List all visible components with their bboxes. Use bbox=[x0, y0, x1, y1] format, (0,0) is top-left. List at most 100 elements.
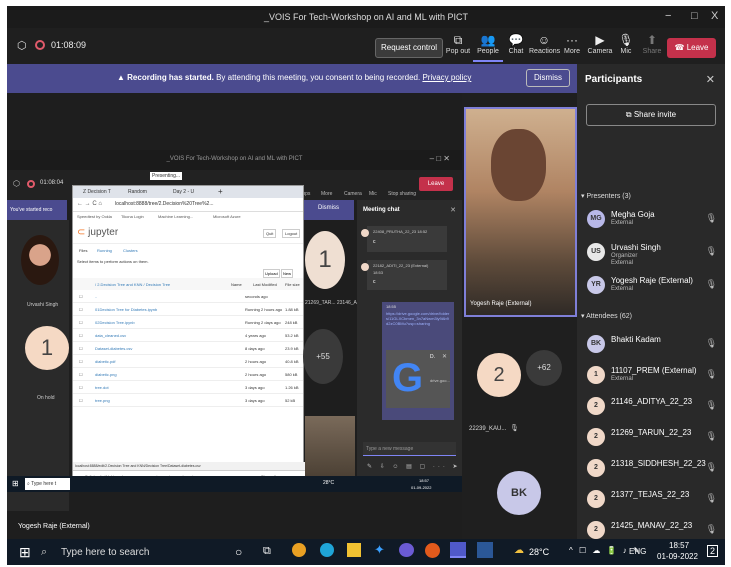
notification-badge[interactable]: 2 bbox=[707, 545, 719, 557]
windows-start-icon[interactable]: ⊞ bbox=[19, 544, 31, 561]
pop-out-button[interactable]: ⧉ Pop out bbox=[443, 32, 473, 55]
search-icon[interactable]: ⌕ bbox=[41, 546, 47, 559]
col-file-size[interactable]: File size bbox=[285, 282, 300, 287]
inner-windows-icon[interactable]: ⊞ bbox=[12, 479, 19, 488]
browser-tab-1[interactable]: Z Decision T bbox=[83, 189, 111, 195]
maximize-button[interactable]: □ bbox=[691, 10, 698, 22]
col-name[interactable]: Name bbox=[231, 282, 242, 287]
chrome-icon[interactable] bbox=[292, 543, 306, 557]
files-tab[interactable]: Files bbox=[79, 248, 87, 253]
file-row[interactable]: ☐ Dataset-diabetes.csv 8 days ago 23.9 kB bbox=[73, 342, 303, 355]
file-row[interactable]: ☐.. seconds ago bbox=[73, 290, 303, 303]
browser-tab-2[interactable]: Random bbox=[128, 189, 147, 195]
participant-row[interactable]: BK Bhakti Kadam 🎙 bbox=[587, 332, 717, 358]
checkbox-icon[interactable]: ☐ bbox=[79, 333, 83, 338]
file-row[interactable]: ☐ tree.dot 3 days ago 1.26 kB bbox=[73, 381, 303, 394]
file-name[interactable]: 02Decision Tree.ipynb bbox=[95, 320, 135, 325]
minimize-button[interactable]: − bbox=[665, 10, 671, 22]
teams-icon[interactable] bbox=[450, 542, 466, 558]
file-row[interactable]: ☐ data_cleaned.csv 4 years ago 53.2 kB bbox=[73, 329, 303, 342]
chat-input[interactable]: Type a new message bbox=[363, 442, 456, 456]
task-view-icon[interactable]: ⧉ bbox=[263, 545, 271, 558]
overflow-tile[interactable]: +62 bbox=[526, 350, 562, 386]
running-tab[interactable]: Running bbox=[97, 248, 112, 253]
quit-button[interactable]: Quit bbox=[263, 229, 277, 238]
chat-link[interactable]: https://drive.google.com/drive/folders/1… bbox=[386, 311, 450, 326]
checkbox-icon[interactable]: ☐ bbox=[79, 346, 83, 351]
bookmark-3[interactable]: Machine Learning... bbox=[158, 214, 193, 219]
file-name[interactable]: 01Decision Tree for Diabetes.ipynb bbox=[95, 307, 157, 312]
chat-close-icon[interactable]: ✕ bbox=[450, 206, 456, 214]
participant-row[interactable]: US Urvashi Singh Organizer 🎙 External bbox=[587, 240, 717, 266]
app-icon-3[interactable] bbox=[425, 543, 440, 558]
participant-row[interactable]: 1 11107_PREM (External) External 🎙 bbox=[587, 363, 717, 389]
file-row[interactable]: ☐ diabetic.png 2 hours ago 580 kB bbox=[73, 368, 303, 381]
file-name[interactable]: diabetic.pdf bbox=[95, 359, 115, 364]
share-button[interactable]: ⬆ Share bbox=[637, 32, 667, 55]
more-button[interactable]: ··· More bbox=[557, 32, 587, 55]
browser-url[interactable]: localhost:8888/tree/2.Decision%20Tree%2.… bbox=[115, 201, 213, 207]
close-icon[interactable]: ✕ bbox=[706, 73, 715, 86]
close-button[interactable]: X bbox=[711, 10, 718, 22]
file-row[interactable]: ☐ 02Decision Tree.ipynb Running 2 days ago… bbox=[73, 316, 303, 329]
file-row[interactable]: ☐ tree.png 3 days ago 52 kB bbox=[73, 394, 303, 407]
preview-close-icon[interactable]: ✕ bbox=[442, 353, 447, 360]
participant-row[interactable]: 2 21146_ADITYA_22_23 🎙 bbox=[587, 394, 717, 420]
file-row[interactable]: ☐ 01Decision Tree for Diabetes.ipynb Runni… bbox=[73, 303, 303, 316]
request-control-button[interactable]: Request control bbox=[375, 38, 443, 58]
participant-row[interactable]: 2 21269_TARUN_22_23 🎙 bbox=[587, 425, 717, 451]
attendees-header[interactable]: ▾ Attendees (62) bbox=[581, 312, 632, 320]
file-name[interactable]: tree.png bbox=[95, 398, 110, 403]
bookmark-2[interactable]: Tikona Login bbox=[121, 214, 144, 219]
presenters-header[interactable]: ▾ Presenters (3) bbox=[581, 192, 631, 200]
chat-compose-icons[interactable]: ✎ ⇩ ☺ ▤ ▢ ··· ➤ bbox=[367, 463, 461, 470]
file-name[interactable]: tree.dot bbox=[95, 385, 109, 390]
edge-icon[interactable] bbox=[320, 543, 334, 557]
reactions-button[interactable]: ☺ Reactions bbox=[529, 32, 560, 55]
language-indicator[interactable]: ENG bbox=[629, 547, 646, 556]
share-invite-button[interactable]: ⧉ Share invite bbox=[586, 104, 716, 126]
upload-button[interactable]: Upload bbox=[263, 269, 280, 278]
checkbox-icon[interactable]: ☐ bbox=[79, 398, 83, 403]
file-name[interactable]: data_cleaned.csv bbox=[95, 333, 126, 338]
inner-dismiss-button[interactable]: Dismiss bbox=[318, 205, 339, 211]
checkbox-icon[interactable]: ☐ bbox=[79, 307, 83, 312]
people-button[interactable]: 👥 People bbox=[473, 32, 503, 62]
clock-time[interactable]: 18:57 bbox=[669, 541, 689, 550]
inner-leave-button[interactable]: Leave bbox=[419, 177, 453, 191]
breadcrumb[interactable]: / 2.Decision Tree and KNN / Decision Tre… bbox=[95, 282, 170, 287]
checkbox-icon[interactable]: ☐ bbox=[79, 294, 83, 299]
cortana-icon[interactable]: ○ bbox=[235, 545, 242, 559]
privacy-policy-link[interactable]: Privacy policy bbox=[422, 73, 471, 82]
checkbox-icon[interactable]: ☐ bbox=[79, 372, 83, 377]
checkbox-icon[interactable]: ☐ bbox=[79, 359, 83, 364]
bookmark-4[interactable]: Microsoft Azure bbox=[213, 214, 241, 219]
file-name[interactable]: diabetic.png bbox=[95, 372, 117, 377]
speaker-video[interactable]: Yogesh Raje (External) bbox=[464, 107, 577, 317]
file-name[interactable]: Dataset-diabetes.csv bbox=[95, 346, 132, 351]
taskbar-search-input[interactable]: Type here to search bbox=[61, 547, 149, 558]
inner-search-box[interactable]: ⌕ Type here t bbox=[25, 478, 70, 490]
browser-tab-3[interactable]: Day 2 - U bbox=[173, 189, 194, 195]
participant-row[interactable]: MG Megha Goja External 🎙 bbox=[587, 207, 717, 233]
participant-row[interactable]: 2 21377_TEJAS_22_23 🎙 bbox=[587, 487, 717, 513]
word-icon[interactable] bbox=[477, 542, 493, 558]
checkbox-icon[interactable]: ☐ bbox=[79, 385, 83, 390]
checkbox-icon[interactable]: ☐ bbox=[79, 320, 83, 325]
app-icon-2[interactable] bbox=[399, 543, 414, 557]
participant-row[interactable]: 2 21318_SIDDHESH_22_23 🎙 bbox=[587, 456, 717, 482]
participant-row[interactable]: YR Yogesh Raje (External) External 🎙 bbox=[587, 273, 717, 299]
app-icon-1[interactable]: ✦ bbox=[374, 542, 385, 558]
leave-button[interactable]: ☎ Leave bbox=[667, 38, 716, 58]
file-explorer-icon[interactable] bbox=[347, 543, 361, 557]
dismiss-button[interactable]: Dismiss bbox=[526, 69, 570, 87]
link-preview-card[interactable]: G D. ✕ drive.goo... bbox=[386, 350, 450, 408]
clusters-tab[interactable]: Clusters bbox=[123, 248, 138, 253]
new-button[interactable]: New bbox=[281, 269, 294, 278]
col-last-modified[interactable]: Last Modified bbox=[253, 282, 277, 287]
file-name[interactable]: .. bbox=[95, 294, 97, 299]
logout-button[interactable]: Logout bbox=[282, 229, 301, 238]
clock-date[interactable]: 01-09-2022 bbox=[657, 552, 698, 561]
chat-button[interactable]: 💬 Chat bbox=[501, 32, 531, 55]
browser-nav-icon[interactable]: ← → C ⌂ bbox=[77, 201, 102, 207]
